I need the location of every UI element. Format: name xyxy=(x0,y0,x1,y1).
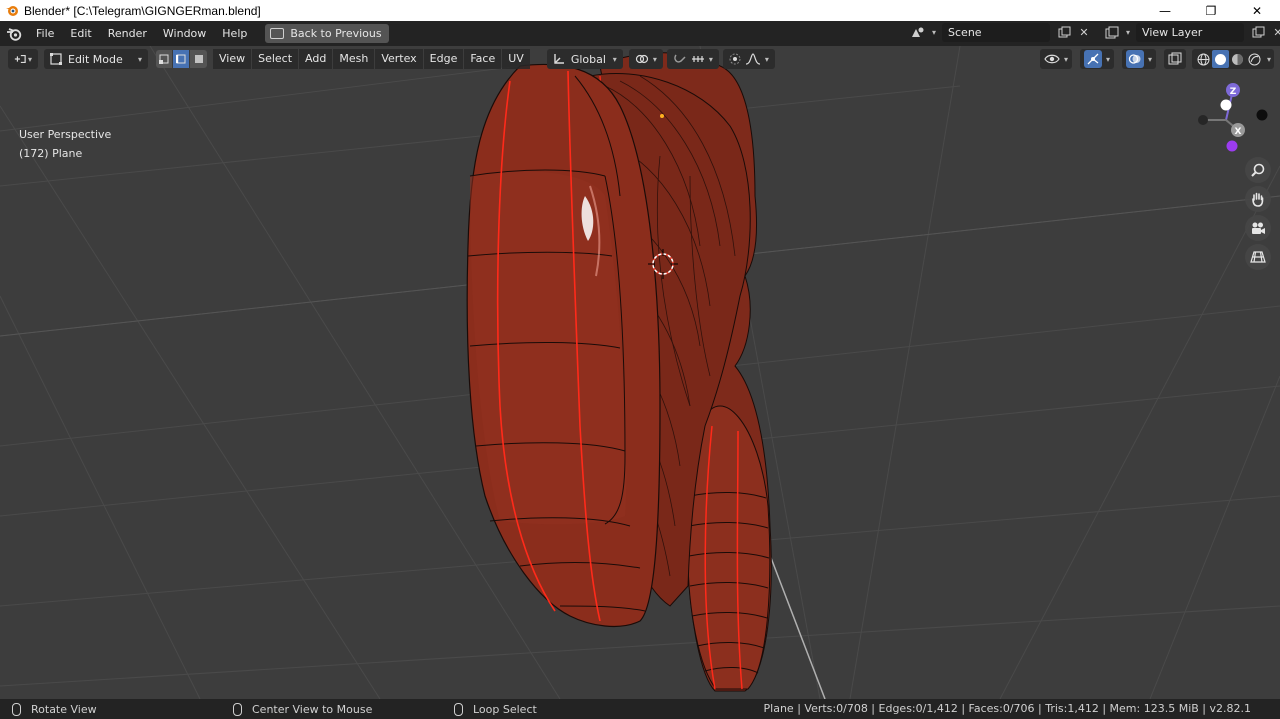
mouse-icon xyxy=(454,702,463,716)
viewport-nav-tools xyxy=(1245,157,1271,273)
back-screen-icon xyxy=(270,28,285,39)
pivot-point-button[interactable]: ▾ xyxy=(628,49,663,69)
gizmos-button[interactable]: ▾ xyxy=(1080,49,1115,69)
menu-view[interactable]: View xyxy=(213,49,252,69)
view-layer-field[interactable]: View Layer xyxy=(1136,23,1245,42)
face-select-mode-button[interactable] xyxy=(190,50,207,68)
window-title: Blender* [C:\Telegram\GIGNGERman.blend] xyxy=(24,3,261,18)
minimize-button[interactable]: — xyxy=(1142,0,1188,21)
menu-add[interactable]: Add xyxy=(299,49,333,69)
menu-uv[interactable]: UV xyxy=(502,49,530,69)
blender-logo-icon xyxy=(2,0,22,21)
menu-render[interactable]: Render xyxy=(100,21,155,46)
viewport-scene[interactable]: Z X xyxy=(0,46,1280,699)
edit-mode-icon xyxy=(50,53,62,65)
top-menu-bar: File Edit Render Window Help Back to Pre… xyxy=(0,21,1280,46)
rendered-shading-icon[interactable] xyxy=(1246,50,1263,68)
mouse-icon xyxy=(12,702,21,716)
delete-view-layer-icon[interactable]: ✕ xyxy=(1268,23,1280,42)
loop-select-hint: Loop Select xyxy=(473,702,537,716)
menu-mesh[interactable]: Mesh xyxy=(333,49,375,69)
view-layer-icon[interactable] xyxy=(1102,23,1122,42)
window-titlebar: Blender* [C:\Telegram\GIGNGERman.blend] … xyxy=(0,0,1280,21)
scene-icon[interactable] xyxy=(908,23,928,42)
hand-pan-icon[interactable] xyxy=(1245,186,1271,212)
orientation-caret: ▾ xyxy=(612,54,617,64)
camera-icon[interactable] xyxy=(1245,215,1271,241)
transform-orientation-selector[interactable]: Global ▾ xyxy=(546,49,623,69)
menu-help[interactable]: Help xyxy=(214,21,255,46)
delete-scene-icon[interactable]: ✕ xyxy=(1074,23,1094,42)
status-middle-action: Center View to Mouse xyxy=(233,699,372,719)
edge-select-mode-button[interactable] xyxy=(173,50,190,68)
scene-name: Scene xyxy=(948,26,982,39)
overlays-toggle-icon xyxy=(1126,50,1145,68)
blender-menu-icon[interactable] xyxy=(0,21,28,46)
viewport-info: User Perspective (172) Plane xyxy=(19,125,111,163)
mouse-icon xyxy=(233,702,242,716)
close-button[interactable]: ✕ xyxy=(1234,0,1280,21)
view-layer-name: View Layer xyxy=(1142,26,1203,39)
material-shading-icon[interactable] xyxy=(1229,50,1246,68)
orientation-icon xyxy=(554,54,564,64)
editor-type-caret: ▾ xyxy=(27,54,32,64)
orientation-label: Global xyxy=(570,52,606,66)
visibility-button[interactable]: ▾ xyxy=(1040,49,1073,69)
status-right-action: Loop Select xyxy=(454,699,537,719)
new-scene-icon[interactable] xyxy=(1054,23,1074,42)
back-to-previous-label: Back to Previous xyxy=(290,27,382,40)
menu-window[interactable]: Window xyxy=(155,21,214,46)
scene-field[interactable]: Scene xyxy=(942,23,1051,42)
proportional-icon xyxy=(729,53,741,65)
mode-caret: ▾ xyxy=(137,54,142,64)
pivot-icon xyxy=(635,54,648,64)
snap-button[interactable]: ▾ xyxy=(666,49,719,69)
rotate-view-hint: Rotate View xyxy=(31,702,97,716)
menu-edge[interactable]: Edge xyxy=(423,49,464,69)
gizmo-z-label: Z xyxy=(1230,87,1237,97)
vertex-select-mode-button[interactable] xyxy=(156,50,173,68)
mode-selector[interactable]: Edit Mode ▾ xyxy=(44,49,148,69)
menu-select[interactable]: Select xyxy=(252,49,299,69)
xray-button[interactable] xyxy=(1164,49,1187,69)
status-left-action: Rotate View xyxy=(12,699,97,719)
mode-label: Edit Mode xyxy=(68,52,123,66)
scene-dropdown-caret[interactable]: ▾ xyxy=(932,28,936,37)
gizmo-toggle-icon xyxy=(1084,50,1103,68)
snap-increment-icon xyxy=(691,56,704,62)
menu-vertex[interactable]: Vertex xyxy=(375,49,423,69)
snap-icon xyxy=(674,54,686,63)
object-label: (172) Plane xyxy=(19,147,83,160)
solid-shading-icon[interactable] xyxy=(1212,50,1230,68)
editor-type-button[interactable]: ▾ xyxy=(8,49,38,69)
viewport-header-right: ▾ ▾ ▾ ▾ xyxy=(1040,49,1275,69)
center-view-hint: Center View to Mouse xyxy=(252,702,373,716)
shading-mode-group: ▾ xyxy=(1192,49,1275,69)
view-layer-dropdown-caret[interactable]: ▾ xyxy=(1126,28,1130,37)
back-to-previous-button[interactable]: Back to Previous xyxy=(265,24,389,43)
visibility-icon xyxy=(1044,54,1060,64)
proportional-editing-button[interactable]: ▾ xyxy=(722,49,775,69)
overlays-button[interactable]: ▾ xyxy=(1122,49,1157,69)
grid-ortho-icon[interactable] xyxy=(1245,244,1271,270)
maximize-button[interactable]: ❐ xyxy=(1188,0,1234,21)
menu-face[interactable]: Face xyxy=(464,49,502,69)
falloff-icon xyxy=(745,53,760,65)
xray-icon xyxy=(1168,52,1182,65)
gizmo-x-label: X xyxy=(1235,127,1242,137)
scene-statistics: Plane | Verts:0/708 | Edges:0/1,412 | Fa… xyxy=(763,702,1251,715)
menu-edit[interactable]: Edit xyxy=(62,21,99,46)
viewport-header: ▾ Edit Mode ▾ View Select Add Mesh Verte… xyxy=(0,46,1280,72)
new-view-layer-icon[interactable] xyxy=(1248,23,1268,42)
zoom-icon[interactable] xyxy=(1245,157,1271,183)
status-bar: Rotate View Center View to Mouse Loop Se… xyxy=(0,699,1280,719)
shading-options-caret[interactable]: ▾ xyxy=(1267,55,1271,64)
3d-viewport[interactable]: Z X User Perspective (172) Plane xyxy=(0,46,1280,699)
wireframe-shading-icon[interactable] xyxy=(1195,50,1212,68)
perspective-label: User Perspective xyxy=(19,128,112,141)
select-mode-group xyxy=(156,50,207,68)
menu-file[interactable]: File xyxy=(28,21,62,46)
